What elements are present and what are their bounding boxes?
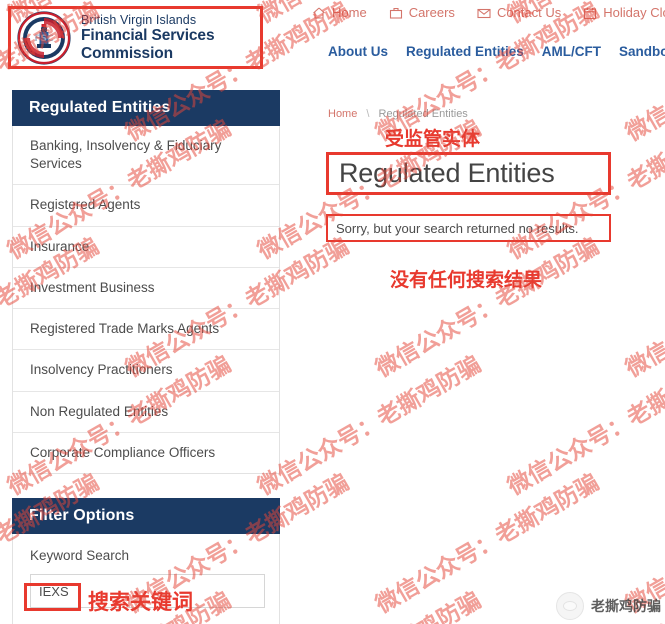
utility-nav-label: Holiday Clos: [603, 5, 665, 20]
keyword-value-highlight-box: [24, 583, 81, 611]
fsc-seal-logo: FSC: [17, 10, 71, 65]
site-logo-banner[interactable]: FSC British Virgin Islands Financial Ser…: [8, 6, 263, 69]
main-nav: About Us Regulated Entities AML/CFT Sand…: [328, 44, 665, 59]
annotation-keyword-search: 搜索关键词: [88, 590, 193, 614]
org-name-line2: Financial Services Commission: [81, 27, 215, 62]
sidebar-item-banking-insolvency-fiduciary-services[interactable]: Banking, Insolvency & Fiduciary Services: [13, 126, 279, 186]
breadcrumb: Home \ Regulated Entities: [300, 96, 665, 120]
avatar: [556, 592, 584, 620]
page-title: Regulated Entities: [326, 152, 611, 195]
svg-text:FSC: FSC: [34, 34, 54, 44]
sidebar-item-non-regulated-entities[interactable]: Non Regulated Entities: [13, 392, 279, 433]
sidebar-item-insurance[interactable]: Insurance: [13, 227, 279, 268]
watermark-text: 微信公众号：老撕鸡防骗: [250, 582, 486, 624]
breadcrumb-separator: \: [366, 108, 370, 120]
main-nav-item-regulated-entities[interactable]: Regulated Entities: [406, 44, 524, 59]
watermark-text: 微信公众号：老撕鸡防骗: [253, 351, 486, 501]
sidebar-item-registered-agents[interactable]: Registered Agents: [13, 185, 279, 227]
org-name: British Virgin Islands Financial Service…: [81, 13, 260, 62]
main-nav-item-about-us[interactable]: About Us: [328, 44, 388, 59]
main-nav-item-aml-cft[interactable]: AML/CFT: [542, 44, 601, 59]
sidebar-item-registered-trade-marks-agents[interactable]: Registered Trade Marks Agents: [13, 309, 279, 351]
annotation-no-results: 没有任何搜索结果: [390, 269, 543, 291]
sidebar-item-investment-business[interactable]: Investment Business: [13, 268, 279, 310]
calendar-icon: [583, 6, 597, 20]
breadcrumb-home[interactable]: Home: [328, 108, 357, 120]
org-name-line1: British Virgin Islands: [81, 13, 197, 28]
filter-options-heading: Filter Options: [12, 498, 280, 534]
sidebar-item-insolvency-practitioners[interactable]: Insolvency Practitioners: [13, 350, 279, 392]
utility-nav-item-careers[interactable]: Careers: [389, 5, 455, 20]
utility-nav-item-home[interactable]: Home: [312, 5, 367, 20]
watermark-text: 微信公众号：老撕鸡防骗: [503, 351, 665, 501]
sidebar-heading: Regulated Entities: [12, 90, 280, 126]
wechat-account-badge: 老撕鸡防骗: [556, 592, 661, 620]
keyword-search-label: Keyword Search: [30, 548, 130, 563]
no-results-text: Sorry, but your search returned no resul…: [336, 220, 579, 236]
main-nav-item-sandbox[interactable]: Sandbox: [619, 44, 665, 59]
utility-nav-item-contact-us[interactable]: Contact Us: [477, 5, 561, 20]
no-results-message: Sorry, but your search returned no resul…: [326, 214, 611, 242]
utility-nav-label: Home: [332, 5, 367, 20]
page-title-text: Regulated Entities: [339, 158, 555, 188]
utility-nav-label: Contact Us: [496, 5, 562, 20]
sidebar-item-corporate-compliance-officers[interactable]: Corporate Compliance Officers: [13, 433, 279, 473]
sidebar: Regulated Entities Banking, Insolvency &…: [12, 90, 280, 474]
main-content-panel: Home \ Regulated Entities Regulated Enti…: [300, 96, 665, 270]
briefcase-icon: [389, 6, 403, 20]
page-root: FSC British Virgin Islands Financial Ser…: [0, 0, 665, 624]
utility-nav-item-holiday-closures[interactable]: Holiday Clos: [583, 5, 665, 20]
wechat-account-name: 老撕鸡防骗: [591, 599, 661, 615]
envelope-icon: [477, 6, 491, 20]
sidebar-list: Banking, Insolvency & Fiduciary Services…: [12, 126, 280, 474]
utility-nav: Home Careers Contact Us Holiday Clos: [312, 5, 665, 20]
home-icon: [312, 6, 326, 20]
breadcrumb-current: Regulated Entities: [378, 108, 468, 120]
annotation-page-title: 受监管实体: [385, 128, 481, 150]
utility-nav-label: Careers: [408, 5, 455, 20]
